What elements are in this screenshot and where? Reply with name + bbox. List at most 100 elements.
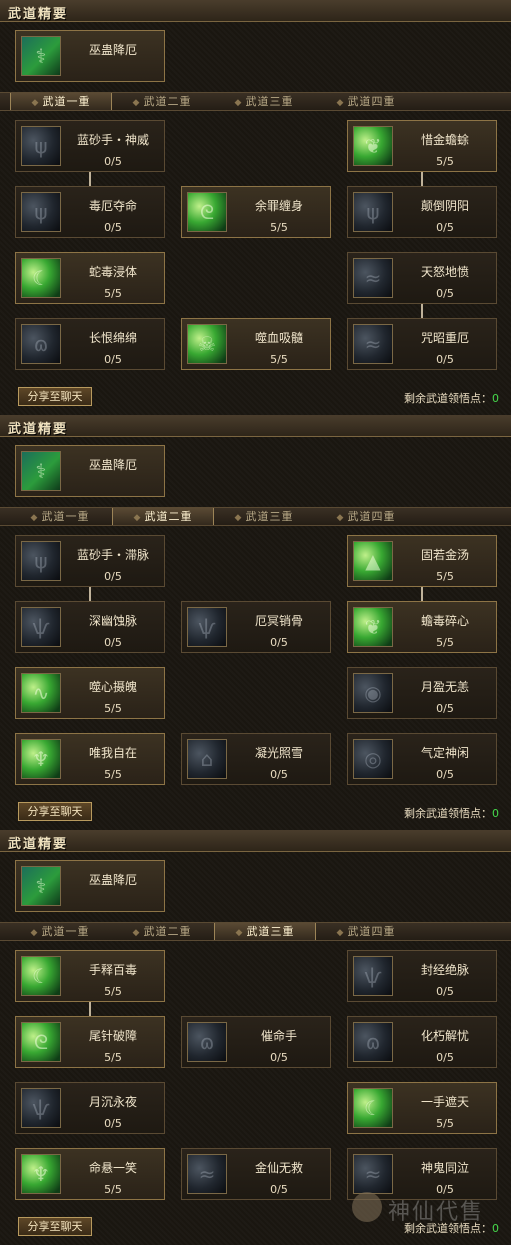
section-header: 武道精要 — [0, 830, 511, 852]
skill-slot[interactable]: ψ 毒厄夺命 0/5 — [15, 186, 165, 238]
skill-level: 0/5 — [270, 768, 288, 781]
share-to-chat-button[interactable]: 分享至聊天 — [18, 802, 92, 821]
skill-slot[interactable]: ɷ 长恨绵绵 0/5 — [15, 318, 165, 370]
blue-wave-icon: ≈ — [187, 1154, 227, 1194]
tab-tier-3[interactable]: ◆ 武道三重 — [214, 923, 316, 940]
tab-tier-4[interactable]: ◆ 武道四重 — [316, 93, 416, 110]
skill-name: 噬血吸髓 — [254, 331, 303, 345]
skill-level: 0/5 — [436, 287, 454, 300]
skill-slot[interactable]: ♆ 命悬一笑 5/5 — [15, 1148, 165, 1200]
tab-tier-3[interactable]: ◆ 武道三重 — [214, 508, 314, 525]
skill-name: 金仙无救 — [254, 1161, 303, 1175]
skill-name: 蓝砂手・滞脉 — [76, 548, 149, 562]
skill-level: 5/5 — [436, 570, 454, 583]
tab-tier-1[interactable]: ◆ 武道一重 — [10, 93, 112, 110]
skill-level: 5/5 — [104, 768, 122, 781]
skill-slot[interactable]: ᘓ 余罪缠身 5/5 — [181, 186, 331, 238]
skill-slot[interactable]: ≈ 天怒地愤 0/5 — [347, 252, 497, 304]
diamond-icon: ◆ — [234, 513, 243, 523]
share-to-chat-button[interactable]: 分享至聊天 — [18, 387, 92, 406]
skill-level: 0/5 — [436, 221, 454, 234]
skill-name: 手释百毒 — [88, 963, 137, 977]
skill-slot[interactable]: ≈ 咒昭重厄 0/5 — [347, 318, 497, 370]
skill-name: 月盈无恙 — [420, 680, 469, 694]
watermark-text: 神仙代售 — [388, 1200, 485, 1225]
skill-slot[interactable]: ∿ 噬心摄魄 5/5 — [15, 667, 165, 719]
skill-slot[interactable]: ☾ 蛇毒浸体 5/5 — [15, 252, 165, 304]
serpent-emblem-icon: ⚕ — [21, 451, 61, 491]
skill-name: 惜金蟾蜍 — [420, 133, 469, 147]
dark-ruin-icon: ⌂ — [187, 739, 227, 779]
tab-tier-2[interactable]: ◆ 武道二重 — [112, 93, 212, 110]
tab-tier-2[interactable]: ◆ 武道二重 — [112, 508, 214, 525]
tab-tier-1[interactable]: ◆ 武道一重 — [10, 508, 110, 525]
skill-slot[interactable]: ψ 蓝砂手・滞脉 0/5 — [15, 535, 165, 587]
skill-slot[interactable]: ѱ 月沉永夜 0/5 — [15, 1082, 165, 1134]
skill-slot[interactable]: ▲ 固若金汤 5/5 — [347, 535, 497, 587]
tab-tier-3[interactable]: ◆ 武道三重 — [214, 93, 314, 110]
skill-level: 5/5 — [270, 353, 288, 366]
skill-slot[interactable]: ᘓ 尾针破障 5/5 — [15, 1016, 165, 1068]
skill-name: 咒昭重厄 — [420, 331, 469, 345]
tier-tabs: ◆ 武道一重 ◆ 武道二重 ◆ 武道三重 ◆ 武道四重 — [0, 507, 511, 526]
tab-label: 武道一重 — [41, 510, 90, 523]
dark-claw-icon: ψ — [21, 126, 61, 166]
skill-slot[interactable]: ɷ 催命手 0/5 — [181, 1016, 331, 1068]
skill-slot[interactable]: ❦ 蟾毒碎心 5/5 — [347, 601, 497, 653]
blue-wave-icon: ≈ — [353, 324, 393, 364]
toad-icon: ❦ — [353, 607, 393, 647]
skill-name: 噬心摄魄 — [88, 680, 137, 694]
tab-tier-1[interactable]: ◆ 武道一重 — [10, 923, 110, 940]
skill-level: 0/5 — [270, 1051, 288, 1064]
skill-name: 巫蛊降厄 — [88, 458, 137, 472]
core-skill-slot[interactable]: ⚕ 巫蛊降厄 — [15, 860, 165, 912]
green-coil-icon: ᘓ — [187, 192, 227, 232]
skill-slot[interactable]: ѱ 封经绝脉 0/5 — [347, 950, 497, 1002]
dark-claw-icon: ψ — [353, 192, 393, 232]
skill-slot[interactable]: ♆ 唯我自在 5/5 — [15, 733, 165, 785]
dark-claw-icon: ψ — [21, 192, 61, 232]
diamond-icon: ◆ — [336, 928, 345, 938]
skill-name: 蓝砂手・神威 — [76, 133, 149, 147]
core-skill-slot[interactable]: ⚕ 巫蛊降厄 — [15, 445, 165, 497]
skill-panel: 武道精要 ⚕ 巫蛊降厄 ◆ 武道一重 ◆ 武道二重 ◆ 武道三重 ◆ 武道四重 ψ 蓝砂手・神威 0/5 ❦… — [0, 0, 511, 415]
skill-slot[interactable]: ⌂ 凝光照雪 0/5 — [181, 733, 331, 785]
diamond-icon: ◆ — [132, 98, 141, 108]
diamond-icon: ◆ — [31, 98, 40, 108]
blue-wave-icon: ≈ — [353, 1154, 393, 1194]
skill-slot[interactable]: ☠ 噬血吸髓 5/5 — [181, 318, 331, 370]
skill-connector — [89, 587, 91, 601]
skill-level: 0/5 — [104, 353, 122, 366]
skill-slot[interactable]: ◉ 月盈无恙 0/5 — [347, 667, 497, 719]
tier-tabs: ◆ 武道一重 ◆ 武道二重 ◆ 武道三重 ◆ 武道四重 — [0, 922, 511, 941]
skill-name: 蟾毒碎心 — [420, 614, 469, 628]
skill-level: 5/5 — [436, 1117, 454, 1130]
tab-label: 武道四重 — [347, 510, 396, 523]
core-skill-slot[interactable]: ⚕ 巫蛊降厄 — [15, 30, 165, 82]
tab-label: 武道四重 — [347, 95, 396, 108]
skill-slot[interactable]: ɷ 化朽解忧 0/5 — [347, 1016, 497, 1068]
skill-slot[interactable]: ѱ 厄冥销骨 0/5 — [181, 601, 331, 653]
skill-slot[interactable]: ψ 蓝砂手・神威 0/5 — [15, 120, 165, 172]
share-to-chat-button[interactable]: 分享至聊天 — [18, 1217, 92, 1236]
serpent-emblem-icon: ⚕ — [21, 36, 61, 76]
section-title: 武道精要 — [8, 422, 69, 437]
skill-slot[interactable]: ☾ 手释百毒 5/5 — [15, 950, 165, 1002]
skill-slot[interactable]: ◎ 气定神闲 0/5 — [347, 733, 497, 785]
tab-tier-4[interactable]: ◆ 武道四重 — [316, 923, 416, 940]
diamond-icon: ◆ — [336, 513, 345, 523]
skill-name: 凝光照雪 — [254, 746, 303, 760]
skill-slot[interactable]: ❦ 惜金蟾蜍 5/5 — [347, 120, 497, 172]
skill-name: 尾针破障 — [88, 1029, 137, 1043]
skill-slot[interactable]: ѱ 深幽蚀脉 0/5 — [15, 601, 165, 653]
tab-tier-2[interactable]: ◆ 武道二重 — [112, 923, 212, 940]
skill-slot[interactable]: ≈ 金仙无救 0/5 — [181, 1148, 331, 1200]
green-moon-icon: ☾ — [21, 258, 61, 298]
skill-slot[interactable]: ☾ 一手遮天 5/5 — [347, 1082, 497, 1134]
skill-name: 化朽解忧 — [420, 1029, 469, 1043]
skill-slot[interactable]: ψ 颠倒阴阳 0/5 — [347, 186, 497, 238]
tab-tier-4[interactable]: ◆ 武道四重 — [316, 508, 416, 525]
green-skull-icon: ☠ — [187, 324, 227, 364]
diamond-icon: ◆ — [30, 928, 39, 938]
skill-name: 固若金汤 — [420, 548, 469, 562]
